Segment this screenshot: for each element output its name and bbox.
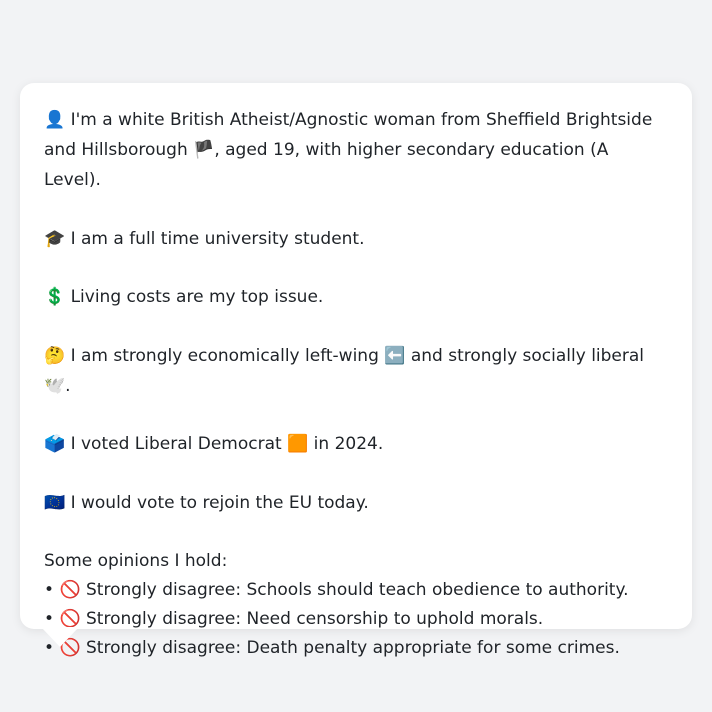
opinion-text: Strongly disagree: Schools should teach … — [86, 580, 629, 600]
speech-bubble-tail — [41, 627, 79, 647]
occupation-line: 🎓 I am a full time university student. — [44, 224, 668, 254]
person-icon: 👤 — [44, 110, 66, 130]
england-flag-icon: 🏴 — [193, 140, 215, 160]
ideology-line: 🤔 I am strongly economically left-wing ⬅… — [44, 341, 668, 401]
graduation-cap-icon: 🎓 — [44, 228, 66, 249]
opinion-text: Strongly disagree: Death penalty appropr… — [86, 638, 620, 658]
opinions-section: Some opinions I hold: • 🚫 Strongly disag… — [44, 546, 668, 663]
bullet: • — [44, 609, 55, 629]
ideology-text-start: I am strongly economically left-wing — [70, 345, 385, 366]
left-arrow-icon: ⬅️ — [384, 345, 406, 366]
eu-flag-icon: 🇪🇺 — [44, 492, 66, 513]
list-item: • 🚫 Strongly disagree: Death penalty app… — [44, 634, 668, 663]
occupation-text: I am a full time university student. — [70, 228, 365, 249]
list-item: • 🚫 Strongly disagree: Need censorship t… — [44, 605, 668, 634]
dove-icon: 🕊️ — [44, 375, 66, 396]
opinions-title: Some opinions I hold: — [44, 551, 228, 571]
orange-square-icon: 🟧 — [287, 434, 309, 454]
bullet: • — [44, 580, 55, 600]
ideology-text-middle: and strongly socially liberal — [405, 345, 645, 366]
eu-text: I would vote to rejoin the EU today. — [70, 492, 369, 513]
list-item: • 🚫 Strongly disagree: Schools should te… — [44, 576, 668, 605]
persona-card: 👤 I'm a white British Atheist/Agnostic w… — [20, 83, 692, 658]
ideology-text-end: . — [65, 375, 71, 396]
prohibited-icon: 🚫 — [59, 580, 81, 600]
identity-line: 👤 I'm a white British Atheist/Agnostic w… — [44, 105, 668, 195]
eu-line: 🇪🇺 I would vote to rejoin the EU today. — [44, 488, 668, 518]
top-issue-text: Living costs are my top issue. — [70, 287, 324, 307]
opinion-text: Strongly disagree: Need censorship to up… — [86, 609, 544, 629]
ballot-box-icon: 🗳️ — [44, 434, 66, 454]
dollar-sign-icon: 💲 — [44, 287, 66, 307]
vote-text-start: I voted Liberal Democrat — [70, 434, 288, 454]
thinking-face-icon: 🤔 — [44, 345, 66, 366]
vote-line: 🗳️ I voted Liberal Democrat 🟧 in 2024. — [44, 429, 668, 459]
top-issue-line: 💲 Living costs are my top issue. — [44, 282, 668, 312]
vote-text-end: in 2024. — [308, 434, 384, 454]
opinions-list: • 🚫 Strongly disagree: Schools should te… — [44, 576, 668, 663]
